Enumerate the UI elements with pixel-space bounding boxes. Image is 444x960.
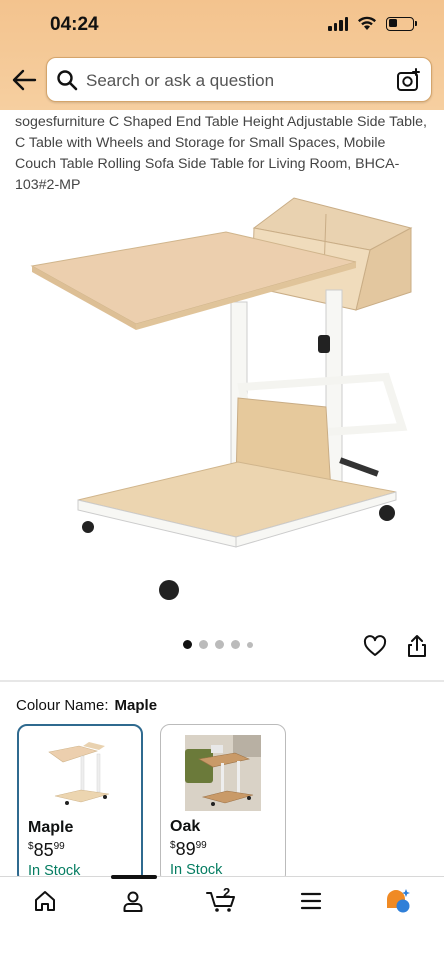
cart-icon[interactable]: [206, 889, 236, 913]
status-icons: [328, 16, 417, 31]
product-image[interactable]: [26, 192, 418, 604]
heart-icon[interactable]: [363, 634, 387, 658]
colour-label: Colour Name: Maple: [16, 697, 157, 714]
option-price: $8599: [28, 840, 65, 860]
product-title: sogesfurniture C Shaped End Table Height…: [15, 114, 427, 193]
camera-search-icon[interactable]: [396, 68, 421, 93]
selected-colour-name: Maple: [114, 697, 158, 714]
pagination-dot[interactable]: [183, 640, 192, 649]
status-time: 04:24: [50, 14, 99, 35]
option-thumbnail: [48, 742, 110, 805]
battery-icon: [386, 16, 417, 31]
account-icon[interactable]: [121, 889, 145, 913]
option-name: Maple: [28, 819, 74, 836]
bottom-nav: 2: [0, 875, 444, 960]
search-icon: [57, 70, 78, 91]
pagination-dot[interactable]: [199, 640, 208, 649]
wifi-icon: [358, 16, 376, 30]
search-input[interactable]: Search or ask a question: [46, 57, 432, 102]
assistant-icon[interactable]: [384, 887, 412, 915]
option-price: $8999: [170, 839, 207, 859]
colour-option-maple[interactable]: Maple $8599 In Stock: [17, 724, 143, 884]
pagination-dot[interactable]: [231, 640, 240, 649]
signal-icon: [328, 16, 348, 31]
option-thumbnail: [185, 735, 261, 811]
share-icon[interactable]: [406, 634, 428, 658]
status-bar: 04:24: [0, 0, 444, 54]
menu-icon[interactable]: [299, 889, 323, 913]
pagination-dot[interactable]: [247, 641, 253, 648]
search-placeholder: Search or ask a question: [86, 71, 275, 90]
image-pagination[interactable]: [183, 640, 253, 649]
home-icon[interactable]: [33, 889, 57, 913]
colour-option-oak[interactable]: Oak $8999 In Stock: [160, 724, 286, 884]
colour-label-text: Colour Name:: [16, 697, 109, 714]
header: 04:24 Search or ask a question: [0, 0, 444, 110]
back-arrow-icon[interactable]: [10, 66, 38, 94]
nav-active-indicator: [111, 875, 157, 879]
option-name: Oak: [170, 818, 201, 835]
section-divider: [0, 680, 444, 682]
cart-count: 2: [223, 885, 231, 900]
pagination-dot[interactable]: [215, 640, 224, 649]
